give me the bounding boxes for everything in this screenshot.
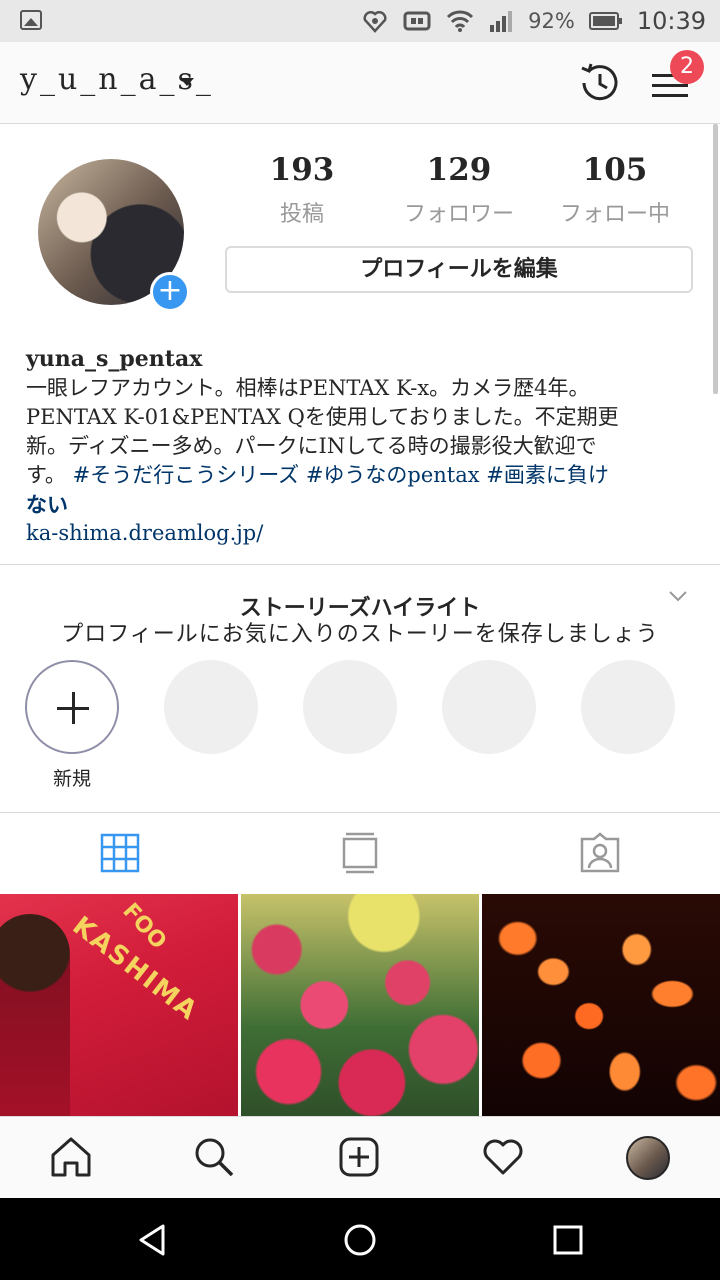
home-icon[interactable]	[49, 1135, 93, 1179]
bio-line: 一眼レフアカウント。相棒はPENTAX K-x。カメラ歴4年。	[26, 376, 590, 400]
stat-following-label: フォロー中	[559, 202, 670, 227]
tagged-icon[interactable]	[578, 831, 622, 875]
search-icon[interactable]	[192, 1135, 236, 1179]
plus-icon	[72, 692, 75, 724]
profile-avatar[interactable]	[626, 1136, 670, 1180]
status-bar: 92% 10:39	[0, 0, 720, 42]
bio-line: す。 #そうだ行こうシリーズ #ゆうなのpentax #画素に負け	[26, 461, 696, 490]
highlight-placeholder	[164, 660, 258, 754]
gallery-notification-icon	[20, 10, 42, 30]
stat-posts-value: 193	[269, 152, 335, 188]
profile-name: yuna_s_pentax	[26, 346, 203, 372]
highlight-placeholder	[581, 660, 675, 754]
highlight-placeholder	[303, 660, 397, 754]
back-icon[interactable]	[135, 1222, 171, 1258]
new-highlight-label: 新規	[52, 768, 91, 790]
photo-subject	[0, 914, 70, 1116]
stat-followers-label: フォロワー	[403, 202, 514, 227]
new-highlight-button[interactable]	[25, 660, 119, 754]
battery-icon	[588, 12, 622, 30]
add-post-icon[interactable]	[337, 1135, 381, 1179]
system-navigation-bar	[0, 1198, 720, 1280]
bio-text: す。	[26, 463, 66, 487]
stat-posts-label: 投稿	[279, 202, 324, 227]
scrollbar[interactable]	[713, 124, 718, 394]
chevron-down-icon[interactable]	[180, 78, 194, 86]
feed-icon[interactable]	[338, 831, 382, 875]
highlight-placeholder	[442, 660, 536, 754]
add-story-icon[interactable]: +	[150, 272, 190, 312]
vibrate-icon	[403, 11, 431, 31]
bio-line: PENTAX K-01&PENTAX Qを使用しておりました。不定期更	[26, 405, 619, 429]
heart-notification-icon	[363, 11, 387, 33]
bottom-navigation	[0, 1116, 720, 1198]
archive-history-icon[interactable]	[574, 58, 624, 108]
bio-hashtag[interactable]: ない	[26, 490, 696, 519]
stat-followers[interactable]: 129 フォロワー	[384, 152, 534, 228]
stat-following[interactable]: 105 フォロー中	[540, 152, 690, 228]
status-bar-right: 92% 10:39	[362, 0, 706, 42]
divider	[0, 564, 720, 565]
chevron-down-icon[interactable]	[668, 586, 688, 606]
heart-icon[interactable]	[481, 1135, 525, 1179]
profile-header: y_u_n_a_s_	[0, 42, 720, 124]
stat-posts[interactable]: 193 投稿	[227, 152, 377, 228]
profile-bio: yuna_s_pentax 一眼レフアカウント。相棒はPENTAX K-x。カメ…	[26, 345, 696, 548]
clock: 10:39	[636, 7, 706, 35]
stat-following-value: 105	[582, 152, 648, 188]
bio-hashtags[interactable]: #そうだ行こうシリーズ #ゆうなのpentax #画素に負け	[73, 463, 609, 487]
recents-icon[interactable]	[550, 1222, 586, 1258]
post-thumbnail[interactable]	[482, 894, 720, 1116]
home-circle-icon[interactable]	[342, 1222, 378, 1258]
battery-percent: 92%	[528, 9, 575, 33]
website-link[interactable]: ka-shima.dreamlog.jp/	[26, 519, 696, 548]
post-thumbnail[interactable]: KASHIMA FOO	[0, 894, 238, 1116]
profile-tabs	[0, 813, 720, 893]
highlights-subtitle: プロフィールにお気に入りのストーリーを保存しましょう	[61, 622, 659, 647]
edit-profile-button[interactable]: プロフィールを編集	[225, 246, 693, 293]
grid-icon[interactable]	[98, 831, 142, 875]
menu-bar	[652, 84, 688, 87]
wifi-icon	[447, 10, 474, 32]
bio-line: 新。ディズニー多め。パークにINしてる時の撮影役大歓迎で	[26, 434, 597, 458]
post-thumbnail[interactable]	[241, 894, 479, 1116]
notification-badge: 2	[670, 50, 704, 84]
signal-icon	[490, 11, 513, 32]
stat-followers-value: 129	[426, 152, 492, 188]
menu-bar	[652, 94, 688, 97]
